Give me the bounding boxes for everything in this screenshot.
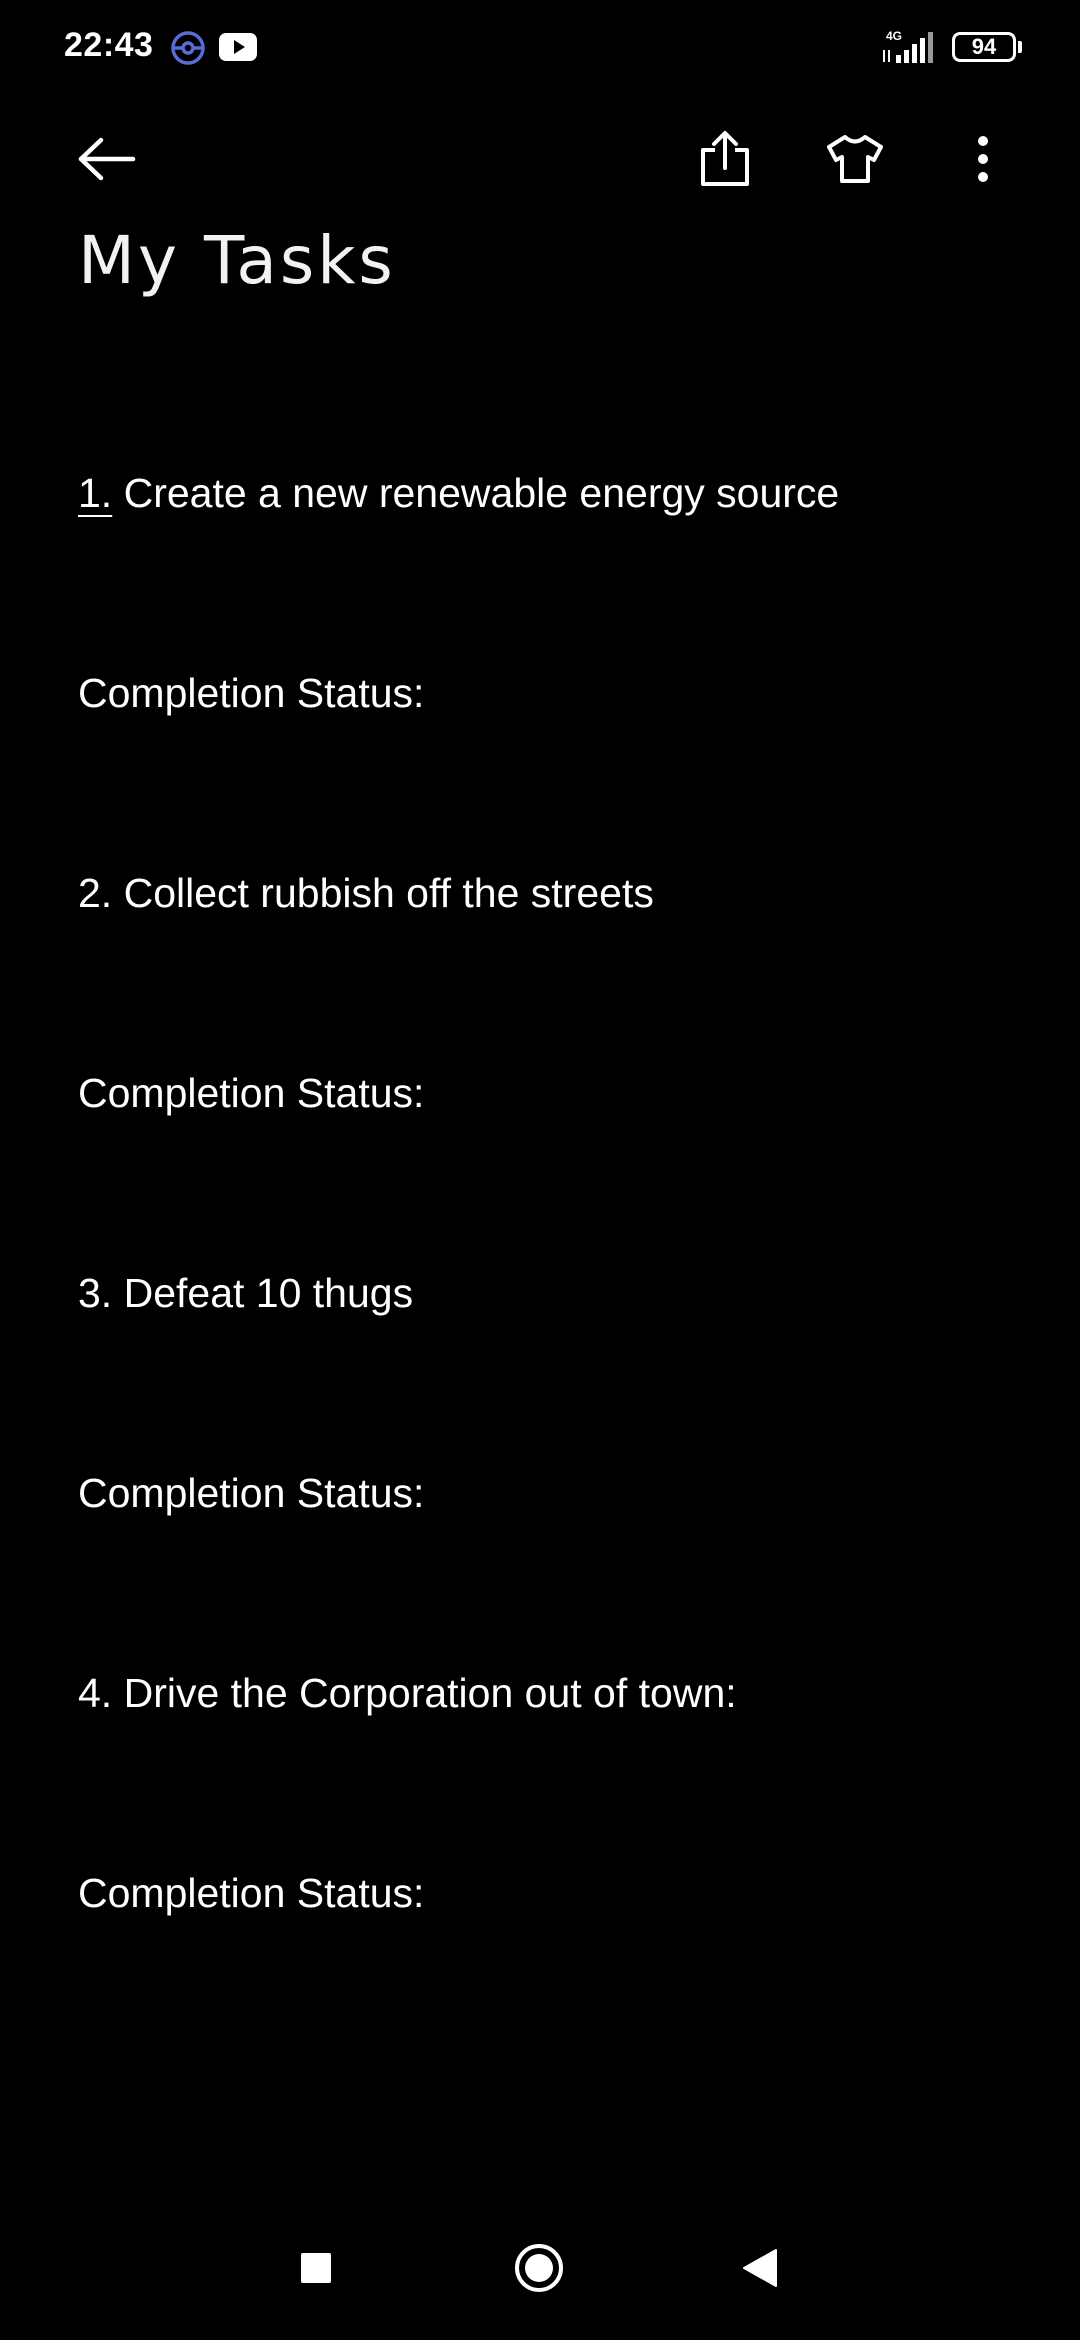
pokeball-icon — [170, 30, 206, 66]
completion-status-line[interactable]: Completion Status: — [78, 1870, 424, 1917]
status-bar: 22:43 4G 94 — [0, 0, 1080, 95]
home-circle-icon — [513, 2242, 565, 2299]
task-number: 4. — [78, 1670, 113, 1716]
share-icon — [699, 130, 751, 193]
task-line[interactable]: 4. Drive the Corporation out of town: — [78, 1670, 737, 1717]
task-number: 3. — [78, 1270, 113, 1316]
more-options-button[interactable] — [938, 116, 1028, 206]
share-button[interactable] — [680, 116, 770, 206]
task-text: Collect rubbish off the streets — [112, 870, 654, 916]
completion-status-line[interactable]: Completion Status: — [78, 1470, 424, 1517]
youtube-icon — [218, 32, 258, 68]
home-button[interactable] — [489, 2220, 589, 2320]
battery-level: 94 — [971, 34, 997, 59]
task-text: Defeat 10 thugs — [112, 1270, 414, 1316]
recents-square-icon — [299, 2251, 333, 2290]
navigation-bar — [0, 2220, 1080, 2330]
task-line[interactable]: 1. Create a new renewable energy source — [78, 470, 839, 517]
task-line[interactable]: 3. Defeat 10 thugs — [78, 1270, 413, 1317]
more-vert-icon — [976, 135, 990, 188]
completion-status-line[interactable]: Completion Status: — [78, 1070, 424, 1117]
battery-tip — [1018, 41, 1022, 53]
task-text: Create a new renewable energy source — [112, 470, 840, 516]
back-button[interactable] — [62, 116, 152, 206]
task-text: Drive the Corporation out of town: — [112, 1670, 737, 1716]
nav-back-button[interactable] — [710, 2220, 810, 2320]
task-number: 2. — [78, 870, 113, 916]
back-arrow-icon — [77, 137, 137, 186]
status-time: 22:43 — [64, 26, 154, 64]
task-number: 1. — [78, 470, 113, 516]
task-line[interactable]: 2. Collect rubbish off the streets — [78, 870, 654, 917]
theme-button[interactable] — [810, 116, 900, 206]
tshirt-theme-icon — [825, 133, 885, 190]
signal-icon: 4G — [880, 28, 938, 64]
note-title[interactable]: My Tasks — [78, 222, 396, 299]
network-type-label: 4G — [886, 29, 902, 43]
recents-button[interactable] — [266, 2220, 366, 2320]
battery-icon: 94 — [952, 32, 1016, 62]
back-triangle-icon — [742, 2248, 778, 2293]
completion-status-line[interactable]: Completion Status: — [78, 670, 424, 717]
